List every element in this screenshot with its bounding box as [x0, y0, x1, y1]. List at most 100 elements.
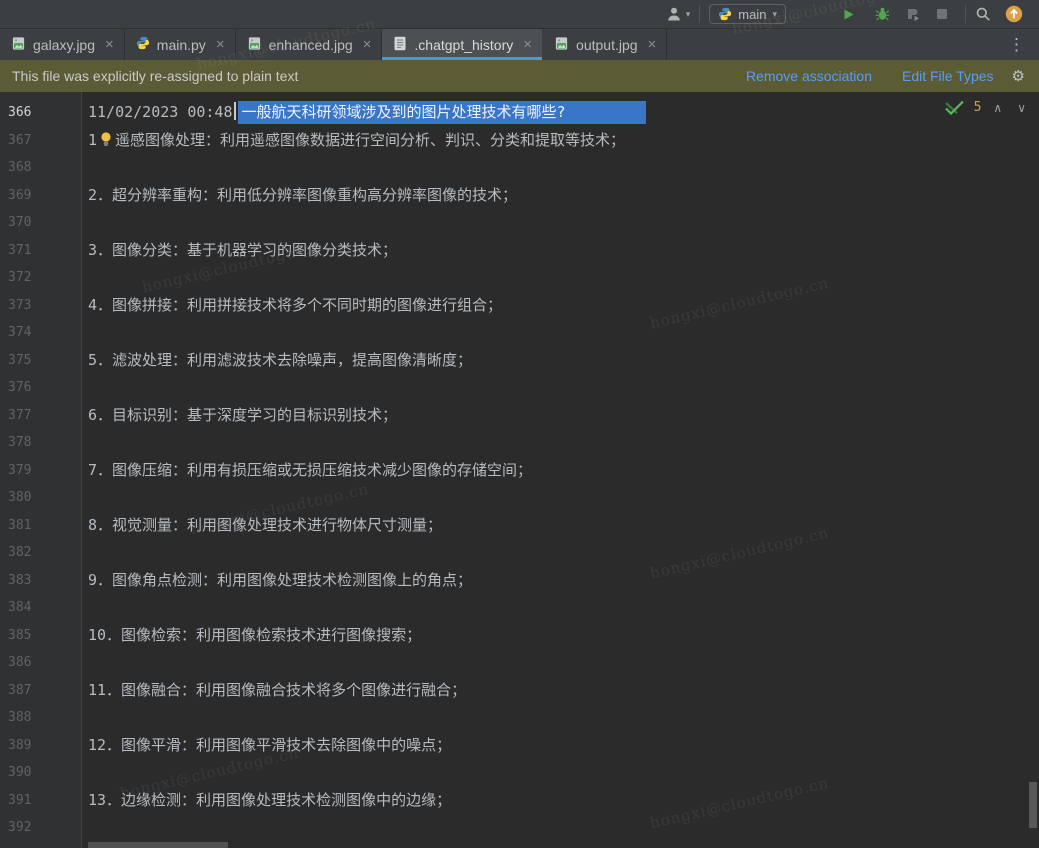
- coverage-button: [906, 7, 920, 21]
- line-text: 13．边缘检测：利用图像处理技术检测图像中的边缘；: [82, 791, 451, 809]
- line-row[interactable]: 374: [0, 319, 1039, 347]
- line-number: 374: [0, 319, 82, 347]
- line-row[interactable]: 3839．图像角点检测：利用图像处理技术检测图像上的角点；: [0, 567, 1039, 595]
- line-number: 389: [0, 732, 82, 760]
- line-row[interactable]: 38912．图像平滑：利用图像平滑技术去除图像中的噪点；: [0, 732, 1039, 760]
- banner-message: This file was explicitly re-assigned to …: [12, 68, 298, 84]
- line-text: [82, 598, 88, 616]
- selection-highlight: 一般航天科研领域涉及到的图片处理技术有哪些?: [238, 101, 646, 124]
- line-text: 4．图像拼接：利用拼接技术将多个不同时期的图像进行组合；: [82, 296, 502, 314]
- line-row[interactable]: 388: [0, 704, 1039, 732]
- inspections-ok-icon[interactable]: [944, 100, 965, 115]
- text-segment: 4．图像拼接：利用拼接技术将多个不同时期的图像进行组合；: [88, 296, 502, 314]
- line-number: 390: [0, 759, 82, 787]
- run-icon: [842, 8, 855, 21]
- tab-.chatgpt_history[interactable]: .chatgpt_history ×: [382, 29, 543, 60]
- edit-file-types-link[interactable]: Edit File Types: [902, 68, 994, 84]
- line-row[interactable]: [0, 842, 1039, 848]
- toolbar-separator: [965, 5, 966, 23]
- line-row[interactable]: 373 4．图像拼接：利用拼接技术将多个不同时期的图像进行组合；: [0, 292, 1039, 320]
- banner-actions: Remove association Edit File Types ⚙: [746, 68, 1025, 84]
- image-file-icon: [247, 36, 262, 54]
- next-problem-button[interactable]: ∨: [1014, 101, 1029, 115]
- line-number: 379: [0, 457, 82, 485]
- prev-problem-button[interactable]: ∧: [990, 101, 1005, 115]
- tab-enhanced.jpg[interactable]: enhanced.jpg×: [236, 29, 383, 60]
- gear-icon[interactable]: ⚙: [1012, 69, 1025, 84]
- tab-options-button[interactable]: ⋮: [994, 29, 1039, 60]
- line-row[interactable]: 381 8．视觉测量：利用图像处理技术进行物体尺寸测量；: [0, 512, 1039, 540]
- coverage-icon: [906, 7, 920, 21]
- search-everywhere-button[interactable]: [975, 6, 991, 22]
- scrollbar-thumb[interactable]: [1029, 782, 1037, 828]
- line-number: 388: [0, 704, 82, 732]
- line-text: 12．图像平滑：利用图像平滑技术去除图像中的噪点；: [82, 736, 451, 754]
- tab-main.py[interactable]: main.py×: [125, 29, 236, 60]
- line-row[interactable]: 378: [0, 429, 1039, 457]
- chevron-down-icon: ▾: [772, 10, 777, 19]
- inspection-widget[interactable]: 5 ∧ ∨: [944, 100, 1029, 115]
- close-icon[interactable]: ×: [523, 37, 532, 52]
- line-number: 384: [0, 594, 82, 622]
- update-button[interactable]: [1005, 5, 1023, 23]
- line-text: 5．滤波处理：利用滤波技术去除噪声，提高图像清晰度；: [82, 351, 472, 369]
- tab-output.jpg[interactable]: output.jpg ×: [543, 29, 667, 60]
- close-icon[interactable]: ×: [105, 37, 114, 52]
- tab-galaxy.jpg[interactable]: galaxy.jpg×: [0, 29, 125, 60]
- line-text: [82, 378, 88, 396]
- line-number: 377: [0, 402, 82, 430]
- tab-label: output.jpg: [576, 37, 638, 53]
- line-row[interactable]: 370: [0, 209, 1039, 237]
- line-text: 1遥感图像处理：利用遥感图像数据进行空间分析、判识、分类和提取等技术；: [82, 131, 625, 149]
- remove-association-link[interactable]: Remove association: [746, 68, 872, 84]
- line-number: 381: [0, 512, 82, 540]
- line-row[interactable]: 39113．边缘检测：利用图像处理技术检测图像中的边缘；: [0, 787, 1039, 815]
- line-row[interactable]: 368: [0, 154, 1039, 182]
- line-row[interactable]: 392: [0, 814, 1039, 842]
- tab-label: .chatgpt_history: [414, 37, 513, 53]
- line-number: 371: [0, 237, 82, 265]
- text-segment: 8．视觉测量：利用图像处理技术进行物体尺寸测量；: [88, 516, 442, 534]
- line-number: 385: [0, 622, 82, 650]
- line-row[interactable]: 376: [0, 374, 1039, 402]
- line-row[interactable]: 390: [0, 759, 1039, 787]
- line-row[interactable]: 382: [0, 539, 1039, 567]
- line-row[interactable]: 3692．超分辨率重构：利用低分辨率图像重构高分辨率图像的技术；: [0, 182, 1039, 210]
- line-number: 373: [0, 292, 82, 320]
- line-row[interactable]: 3671遥感图像处理：利用遥感图像数据进行空间分析、判识、分类和提取等技术；: [0, 127, 1039, 155]
- run-button[interactable]: [842, 8, 855, 21]
- text-cursor: [234, 102, 236, 120]
- line-row[interactable]: 384: [0, 594, 1039, 622]
- line-row[interactable]: 3713．图像分类：基于机器学习的图像分类技术；: [0, 237, 1039, 265]
- line-text: [82, 653, 88, 671]
- line-row[interactable]: 36611/02/2023 00:48一般航天科研领域涉及到的图片处理技术有哪些…: [0, 99, 1039, 127]
- line-text: [82, 708, 88, 726]
- line-row[interactable]: 372: [0, 264, 1039, 292]
- close-icon[interactable]: ×: [216, 37, 225, 52]
- line-row[interactable]: 38510．图像检索：利用图像检索技术进行图像搜索；: [0, 622, 1039, 650]
- line-row[interactable]: 3776．目标识别：基于深度学习的目标识别技术；: [0, 402, 1039, 430]
- user-menu-button[interactable]: ▾: [665, 6, 691, 22]
- run-config-label: main: [738, 7, 766, 22]
- image-file-icon: [11, 36, 26, 54]
- line-row[interactable]: 3755．滤波处理：利用滤波技术去除噪声，提高图像清晰度；: [0, 347, 1039, 375]
- run-config-selector[interactable]: main ▾: [709, 4, 786, 24]
- text-segment: 遥感图像处理：利用遥感图像数据进行空间分析、判识、分类和提取等技术；: [115, 131, 625, 149]
- text-segment: 7．图像压缩：利用有损压缩或无损压缩技术减少图像的存储空间；: [88, 461, 532, 479]
- line-row[interactable]: 387 11．图像融合：利用图像融合技术将多个图像进行融合；: [0, 677, 1039, 705]
- line-number: 387: [0, 677, 82, 705]
- line-row[interactable]: 380: [0, 484, 1039, 512]
- line-row[interactable]: 379 7．图像压缩：利用有损压缩或无损压缩技术减少图像的存储空间；: [0, 457, 1039, 485]
- user-icon: [665, 6, 683, 22]
- line-row[interactable]: 386: [0, 649, 1039, 677]
- text-segment: 5．滤波处理：利用滤波技术去除噪声，提高图像清晰度；: [88, 351, 472, 369]
- debug-button[interactable]: [875, 7, 890, 21]
- intention-bulb-icon[interactable]: [99, 129, 113, 157]
- close-icon[interactable]: ×: [648, 37, 657, 52]
- close-icon[interactable]: ×: [363, 37, 372, 52]
- editor-lines: 36611/02/2023 00:48一般航天科研领域涉及到的图片处理技术有哪些…: [0, 92, 1039, 848]
- text-segment: 13．边缘检测：利用图像处理技术检测图像中的边缘；: [88, 791, 451, 809]
- line-number: 380: [0, 484, 82, 512]
- text-segment: 11．图像融合：利用图像融合技术将多个图像进行融合；: [88, 681, 466, 699]
- editor[interactable]: 36611/02/2023 00:48一般航天科研领域涉及到的图片处理技术有哪些…: [0, 92, 1039, 848]
